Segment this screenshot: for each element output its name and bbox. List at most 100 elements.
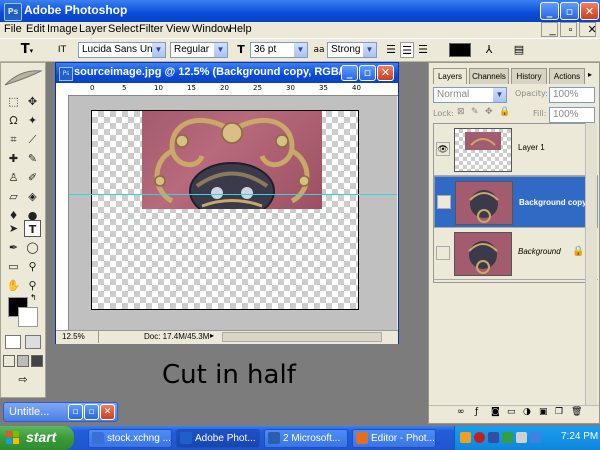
font-size-select[interactable]: 36 pt ▼ <box>250 42 308 58</box>
visibility-toggle[interactable] <box>436 246 450 260</box>
tray-messenger-icon[interactable] <box>502 432 513 443</box>
layer-row-background[interactable]: Background 🔒 <box>434 228 598 280</box>
adjustment-layer-icon[interactable]: ◑ <box>523 407 531 417</box>
document-close-button[interactable]: ✕ <box>377 65 394 81</box>
align-left-button[interactable]: ☰ <box>384 42 398 58</box>
paint-bucket-tool[interactable]: ◈ <box>24 188 41 205</box>
tray-volume-icon[interactable] <box>516 432 527 443</box>
antialias-select[interactable]: Strong ▼ <box>327 42 377 58</box>
minimized-document-window[interactable]: Untitle... ▫ ▫ ✕ <box>3 402 118 422</box>
standard-mode-button[interactable] <box>5 335 21 349</box>
notes-tool[interactable]: ▭ <box>5 258 22 275</box>
lock-position-icon[interactable]: ✥ <box>485 107 493 117</box>
status-menu-arrow-icon[interactable]: ▸ <box>210 331 214 340</box>
align-right-button[interactable]: ☰ <box>416 42 430 58</box>
horizontal-ruler[interactable]: 0 5 10 15 20 25 30 35 40 <box>56 83 398 96</box>
folder-icon[interactable]: ▭ <box>507 407 516 417</box>
screen-mode-standard[interactable] <box>3 355 15 367</box>
swap-colors-icon[interactable]: ↰ <box>30 293 37 302</box>
tray-network-icon[interactable] <box>488 432 499 443</box>
text-color-swatch[interactable] <box>449 43 471 57</box>
background-color-swatch[interactable] <box>18 307 38 327</box>
type-tool[interactable]: T <box>24 220 41 237</box>
task-button-editor[interactable]: Editor - Phot... <box>352 429 436 448</box>
opacity-field[interactable]: 100% <box>549 87 595 103</box>
menu-filter[interactable]: Filter <box>139 23 163 35</box>
trash-icon[interactable]: 🗑 <box>571 407 582 417</box>
restore-button[interactable]: ▫ <box>560 2 579 20</box>
canvas-area[interactable] <box>69 96 397 330</box>
maximize-button[interactable]: ▫ <box>84 404 99 420</box>
layer-style-icon[interactable]: ƒ <box>475 407 478 417</box>
visibility-toggle[interactable] <box>437 195 451 209</box>
move-tool[interactable]: ✥ <box>24 93 41 110</box>
layer-set-icon[interactable]: ▣ <box>539 407 548 417</box>
magic-wand-tool[interactable]: ✦ <box>24 112 41 129</box>
history-brush-tool[interactable]: ✐ <box>24 169 41 186</box>
lock-image-icon[interactable]: ✎ <box>471 107 479 117</box>
tab-channels[interactable]: Channels <box>469 68 509 84</box>
vertical-ruler[interactable] <box>56 95 69 330</box>
menu-file[interactable]: File <box>4 23 22 35</box>
pen-tool[interactable]: ✒ <box>5 239 22 256</box>
shape-tool[interactable]: ◯ <box>24 239 41 256</box>
layer-row-background-copy[interactable]: Background copy <box>434 176 598 228</box>
orientation-toggle[interactable]: IT <box>54 42 70 58</box>
document-maximize-button[interactable]: ▫ <box>359 65 376 81</box>
menu-help[interactable]: Help <box>229 23 252 35</box>
transparent-canvas[interactable] <box>91 110 359 310</box>
layers-scrollbar[interactable] <box>585 123 597 419</box>
healing-brush-tool[interactable]: ✚ <box>5 150 22 167</box>
task-button-stock-xchng[interactable]: stock.xchng ... <box>88 429 172 448</box>
menu-image[interactable]: Image <box>47 23 78 35</box>
align-center-button[interactable]: ☰ <box>400 42 414 58</box>
hand-tool[interactable]: ✋ <box>5 277 22 294</box>
close-button[interactable]: ✕ <box>580 2 599 20</box>
doc-close-button[interactable]: ✕ <box>579 22 597 37</box>
lasso-tool[interactable]: ᘯ <box>5 112 22 129</box>
menu-select[interactable]: Select <box>108 23 139 35</box>
minimize-button[interactable]: _ <box>540 2 559 20</box>
menu-view[interactable]: View <box>166 23 190 35</box>
lock-transparent-icon[interactable]: ⊠ <box>457 107 465 117</box>
tool-preset-picker[interactable]: T▾ <box>14 42 40 58</box>
font-style-select[interactable]: Regular ▼ <box>170 42 228 58</box>
document-window[interactable]: Ps sourceimage.jpg @ 12.5% (Background c… <box>55 62 399 344</box>
zoom-tool[interactable]: ⚲ <box>24 277 41 294</box>
doc-minimize-button[interactable]: _ <box>541 22 558 37</box>
start-button[interactable]: start <box>0 426 74 450</box>
slice-tool[interactable]: ⟋ <box>24 131 41 148</box>
blend-mode-select[interactable]: Normal ▼ <box>433 87 507 103</box>
eyedropper-tool[interactable]: ⚲ <box>24 258 41 275</box>
tray-security-icon[interactable] <box>474 432 485 443</box>
layer-row-layer-1[interactable]: 👁 Layer 1 <box>434 124 598 176</box>
screen-mode-full[interactable] <box>31 355 43 367</box>
task-button-photoshop[interactable]: Adobe Phot... <box>176 429 260 448</box>
menu-window[interactable]: Window <box>192 23 231 35</box>
new-layer-icon[interactable]: ❐ <box>555 407 563 417</box>
document-title-bar[interactable]: Ps sourceimage.jpg @ 12.5% (Background c… <box>56 63 398 83</box>
fill-field[interactable]: 100% <box>549 107 595 123</box>
tab-layers[interactable]: Layers <box>433 68 467 84</box>
palettes-button[interactable]: ▤ <box>512 42 526 58</box>
menu-edit[interactable]: Edit <box>26 23 45 35</box>
path-selection-tool[interactable]: ➤ <box>5 220 22 237</box>
zoom-level[interactable]: 12.5% <box>62 332 85 341</box>
lock-all-icon[interactable]: 🔒 <box>499 107 510 117</box>
horizontal-guide[interactable] <box>69 194 397 195</box>
close-button[interactable]: ✕ <box>100 404 115 420</box>
tab-history[interactable]: History <box>511 68 547 84</box>
tray-update-icon[interactable] <box>530 432 541 443</box>
eye-icon[interactable]: 👁 <box>436 142 450 156</box>
app-title-bar[interactable]: Ps Adobe Photoshop _ ▫ ✕ <box>0 0 600 22</box>
task-button-microsoft-word[interactable]: 2 Microsoft... <box>264 429 348 448</box>
tray-app-icon[interactable] <box>460 432 471 443</box>
layer-mask-icon[interactable]: ◙ <box>491 407 500 417</box>
marquee-tool[interactable]: ⬚ <box>5 93 22 110</box>
font-family-select[interactable]: Lucida Sans Unic... ▼ <box>78 42 166 58</box>
doc-restore-button[interactable]: ▫ <box>560 22 577 37</box>
brush-tool[interactable]: ✎ <box>24 150 41 167</box>
menu-layer[interactable]: Layer <box>79 23 107 35</box>
warp-text-button[interactable]: ⅄ <box>482 42 496 58</box>
panel-menu-arrow-icon[interactable]: ▸ <box>588 70 592 79</box>
